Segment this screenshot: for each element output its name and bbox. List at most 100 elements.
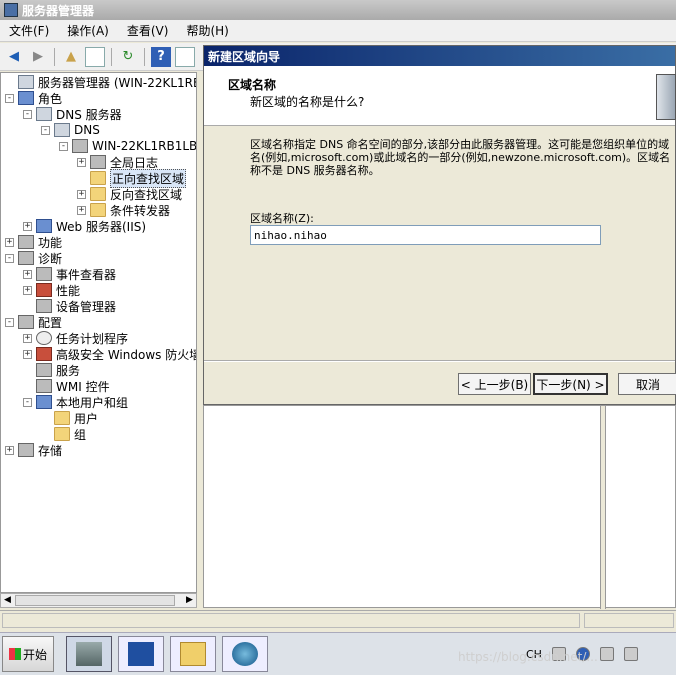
navigation-tree: 服务器管理器 (WIN-22KL1RB1LB8)-角色-DNS 服务器-DNS-…	[0, 72, 197, 593]
dns-icon	[54, 123, 70, 137]
refresh-icon[interactable]: ↻	[118, 47, 138, 67]
tree-horizontal-scrollbar[interactable]: ◀ ▶	[0, 593, 197, 608]
tree-node[interactable]: 组	[41, 426, 86, 442]
dns-server-icon	[36, 107, 52, 121]
menu-action[interactable]: 操作(A)	[58, 22, 118, 39]
pane-splitter[interactable]	[600, 406, 606, 609]
wizard-description: 区域名称指定 DNS 命名空间的部分,该部分由此服务器管理。这可能是您组织单位的…	[250, 138, 671, 177]
log-icon	[90, 155, 106, 169]
tree-node[interactable]: + 存储	[5, 442, 62, 458]
window-titlebar: 服务器管理器	[0, 0, 676, 20]
tree-node[interactable]: + 功能	[5, 234, 62, 250]
tree-node[interactable]: + 反向查找区域	[77, 186, 182, 202]
collapse-icon[interactable]: -	[41, 125, 50, 135]
action-pane-icon[interactable]	[175, 46, 195, 67]
collapse-icon[interactable]: -	[5, 93, 14, 103]
expand-icon[interactable]: +	[23, 285, 32, 295]
collapse-icon[interactable]: -	[5, 253, 14, 263]
tree-node[interactable]: - 角色	[5, 90, 62, 106]
tree-node[interactable]: - WIN-22KL1RB1LB8	[59, 138, 196, 154]
start-button[interactable]: 开始	[2, 636, 54, 672]
server-manager-icon	[4, 3, 18, 17]
tree-node-label: 服务	[56, 363, 81, 378]
wizard-subheading: 新区域的名称是什么?	[250, 95, 365, 109]
tree-node[interactable]: - 诊断	[5, 250, 62, 266]
tree-node[interactable]: + 任务计划程序	[23, 330, 128, 346]
tree-node-label: Web 服务器(IIS)	[56, 219, 147, 234]
expand-icon[interactable]: +	[5, 445, 14, 455]
tree-node-label: 角色	[38, 91, 63, 106]
tree-node[interactable]: + 条件转发器	[77, 202, 170, 218]
expand-icon[interactable]: +	[77, 205, 86, 215]
computer-icon	[72, 139, 88, 153]
collapse-icon[interactable]: -	[23, 109, 32, 119]
folder-icon	[90, 187, 106, 201]
tree-node[interactable]: + 高级安全 Windows 防火墙	[23, 346, 196, 362]
tree-node-label: 诊断	[38, 251, 63, 266]
next-button[interactable]: 下一步(N) >	[533, 373, 608, 395]
server-manager-app-icon[interactable]	[66, 636, 112, 672]
show-hide-tree-icon[interactable]	[85, 46, 105, 67]
scroll-thumb[interactable]	[15, 595, 175, 606]
tree-node-label: 设备管理器	[56, 299, 117, 314]
details-pane	[203, 405, 676, 609]
expand-icon[interactable]: +	[77, 189, 86, 199]
action-center-flag-icon[interactable]	[623, 647, 638, 661]
expand-icon[interactable]: +	[23, 333, 32, 343]
tree-node[interactable]: WMI 控件	[23, 378, 110, 394]
wmi-icon	[36, 379, 52, 393]
collapse-icon[interactable]: -	[23, 397, 32, 407]
tree-node[interactable]: - DNS	[41, 122, 100, 138]
scroll-left-icon[interactable]: ◀	[1, 594, 14, 607]
status-cell	[584, 613, 674, 628]
tree-node[interactable]: 正向查找区域	[77, 168, 187, 188]
wizard-heading: 区域名称	[228, 78, 277, 92]
tree-node[interactable]: 服务器管理器 (WIN-22KL1RB1LB8)	[5, 74, 196, 90]
status-bar	[0, 610, 676, 630]
folder-icon	[54, 427, 70, 441]
tree-node[interactable]: 用户	[41, 410, 98, 426]
ie-app-icon[interactable]	[222, 636, 268, 672]
tree-node[interactable]: 服务	[23, 362, 80, 378]
scroll-right-icon[interactable]: ▶	[183, 594, 196, 607]
tree-node[interactable]: + 事件查看器	[23, 266, 116, 282]
expand-icon[interactable]: +	[23, 349, 32, 359]
services-icon	[36, 363, 52, 377]
tree-node-label: 本地用户和组	[56, 395, 129, 410]
menu-file[interactable]: 文件(F)	[0, 22, 58, 39]
expand-icon[interactable]: +	[23, 221, 32, 231]
configuration-icon	[18, 315, 34, 329]
tree-node[interactable]: + 性能	[23, 282, 80, 298]
up-folder-icon[interactable]: ▲	[61, 47, 81, 67]
cancel-button[interactable]: 取消	[618, 373, 676, 395]
explorer-app-icon[interactable]	[170, 636, 216, 672]
collapse-icon[interactable]: -	[59, 141, 68, 151]
forward-arrow-icon[interactable]: ▶	[28, 47, 48, 67]
expand-icon[interactable]: +	[23, 269, 32, 279]
menu-view[interactable]: 查看(V)	[118, 22, 178, 39]
tree-node-label: 功能	[38, 235, 63, 250]
windows-logo-icon	[8, 648, 21, 660]
expand-icon[interactable]: +	[5, 237, 14, 247]
folder-icon	[90, 171, 106, 185]
tree-node-label: 反向查找区域	[110, 187, 183, 202]
tree-node[interactable]: - DNS 服务器	[23, 106, 122, 122]
powershell-app-icon[interactable]	[118, 636, 164, 672]
back-button[interactable]: < 上一步(B)	[458, 373, 531, 395]
tree-node-label: 用户	[74, 411, 99, 426]
storage-icon	[18, 443, 34, 457]
tree-node[interactable]: - 配置	[5, 314, 62, 330]
toolbar-separator	[54, 47, 55, 66]
tree-node-label: 配置	[38, 315, 63, 330]
tree-node[interactable]: - 本地用户和组	[23, 394, 128, 410]
help-icon[interactable]: ?	[151, 46, 171, 67]
tree-node[interactable]: 设备管理器	[23, 298, 116, 314]
network-icon[interactable]	[599, 647, 614, 661]
back-arrow-icon[interactable]: ◀	[4, 47, 24, 67]
zone-name-input[interactable]	[250, 225, 601, 245]
tree-node-label: 存储	[38, 443, 63, 458]
collapse-icon[interactable]: -	[5, 317, 14, 327]
tree-node[interactable]: + Web 服务器(IIS)	[23, 218, 146, 234]
menu-help[interactable]: 帮助(H)	[177, 22, 237, 39]
expand-icon[interactable]: +	[77, 157, 86, 167]
